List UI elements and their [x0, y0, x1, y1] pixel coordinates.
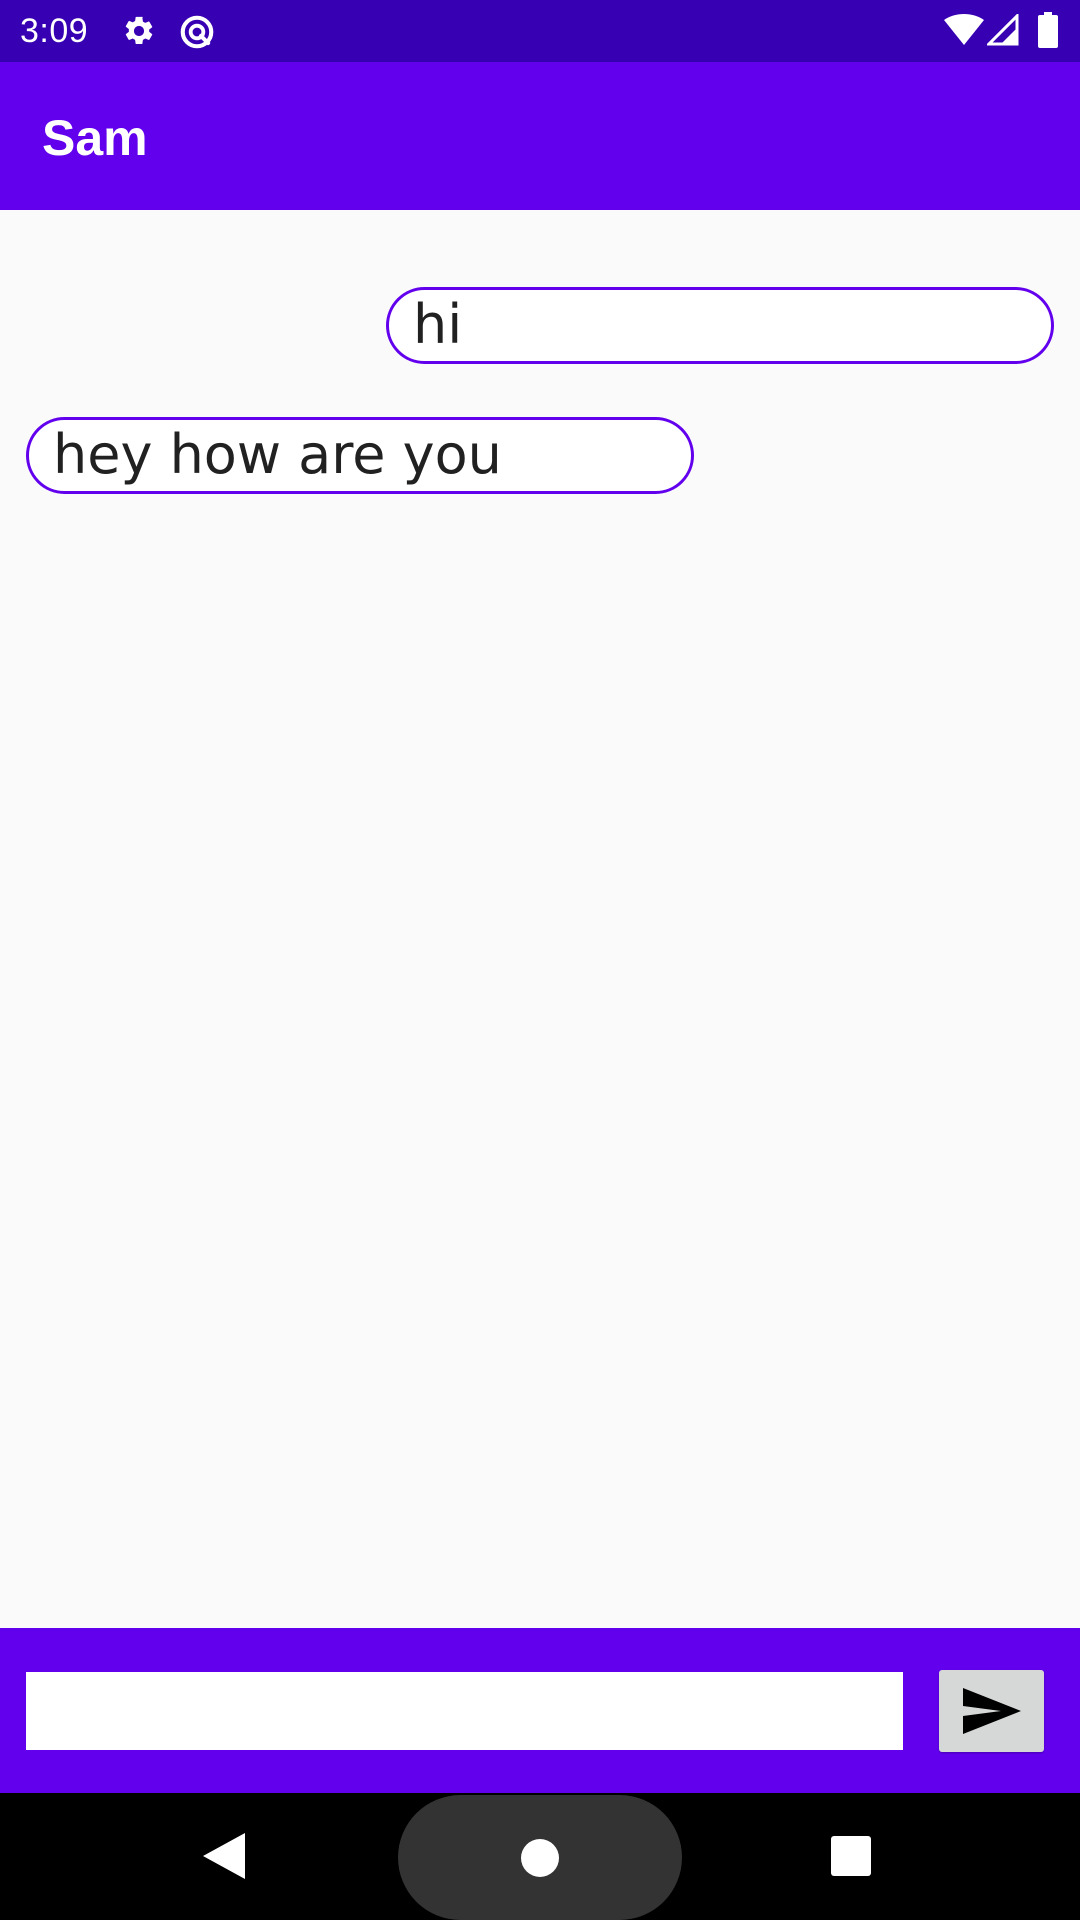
cell-signal-icon: [987, 14, 1019, 46]
send-button[interactable]: [939, 1670, 1044, 1752]
status-time: 3:09: [20, 12, 89, 50]
home-icon: [521, 1839, 559, 1877]
recents-icon[interactable]: [831, 1836, 871, 1876]
sync-circle-icon: [178, 13, 216, 51]
send-icon: [963, 1688, 1021, 1734]
navigation-bar: [0, 1793, 1080, 1920]
status-bar: 3:09: [0, 0, 1080, 62]
message-composer: [0, 1628, 1080, 1793]
back-icon[interactable]: [203, 1833, 245, 1884]
battery-icon: [1038, 12, 1058, 48]
settings-gear-icon: [122, 14, 156, 48]
message-input[interactable]: [26, 1672, 903, 1750]
conversation-title: Sam: [42, 110, 148, 166]
received-message-bubble: hey how are you: [26, 417, 694, 494]
sent-message-bubble: hi: [386, 287, 1054, 364]
wifi-icon: [944, 14, 984, 46]
app-bar: Sam: [0, 62, 1080, 210]
home-button[interactable]: [398, 1795, 682, 1920]
message-list[interactable]: hi hey how are you: [0, 210, 1080, 1628]
